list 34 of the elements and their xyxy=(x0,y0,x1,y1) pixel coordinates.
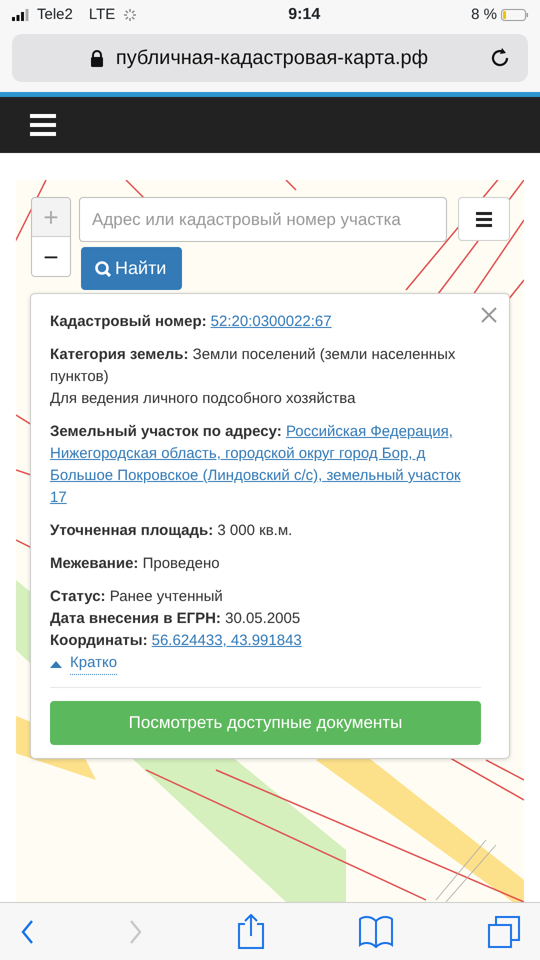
list-menu-button[interactable] xyxy=(458,197,510,241)
carrier-name: Tele2 xyxy=(37,4,73,25)
find-button[interactable]: Найти xyxy=(81,247,182,290)
field-label: Кадастровый номер: xyxy=(50,312,207,332)
clock-time: 9:14 xyxy=(288,5,320,25)
info-line: Категория земель: Земли поселений (земли населенных пунктов) xyxy=(50,345,456,387)
battery-icon xyxy=(501,9,528,21)
signal-icon xyxy=(12,9,29,21)
cadastral-number-link[interactable]: 52:20:0300022:67 xyxy=(210,311,332,333)
menu-icon[interactable] xyxy=(30,114,56,136)
info-line: Статус: Ранее учтенный xyxy=(50,587,224,607)
url-text: публичная-кадастровая-карта.рф xyxy=(116,46,428,71)
info-line: Уточненная площадь: 3 000 кв.м. xyxy=(50,521,294,541)
info-line: Для ведения личного подсобного хозяйства xyxy=(50,389,356,409)
info-line: Межевание: Проведено xyxy=(50,554,221,574)
battery-percent: 8 % xyxy=(471,4,497,25)
tabs-icon xyxy=(488,916,520,948)
search-icon xyxy=(95,260,111,276)
back-icon xyxy=(20,918,34,944)
info-line: Дата внесения в ЕГРН: 30.05.2005 xyxy=(50,609,302,629)
caret-up-icon xyxy=(50,658,62,668)
info-line: Земельный участок по адресу: Российская Федерация, Нижегородская область, городской округ город Бор, д Большое Покровское (Линдовский с/с), земельный участок 17 xyxy=(50,422,462,508)
coordinates-link[interactable]: 56.624433, 43.991843 xyxy=(152,630,302,652)
search-field[interactable]: Адрес или кадастровый номер участка xyxy=(79,197,447,242)
book-icon xyxy=(359,915,393,948)
close-icon xyxy=(481,307,497,324)
collapse-link[interactable]: Кратко xyxy=(70,652,118,675)
loading-spinner-icon xyxy=(123,8,138,22)
menu-icon xyxy=(476,212,492,226)
forward-icon xyxy=(129,918,143,944)
share-icon xyxy=(238,914,264,949)
network-type: LTE xyxy=(88,4,116,25)
documents-button[interactable]: Посмотреть доступные документы xyxy=(50,701,481,745)
field-label: Координаты: xyxy=(50,631,148,651)
